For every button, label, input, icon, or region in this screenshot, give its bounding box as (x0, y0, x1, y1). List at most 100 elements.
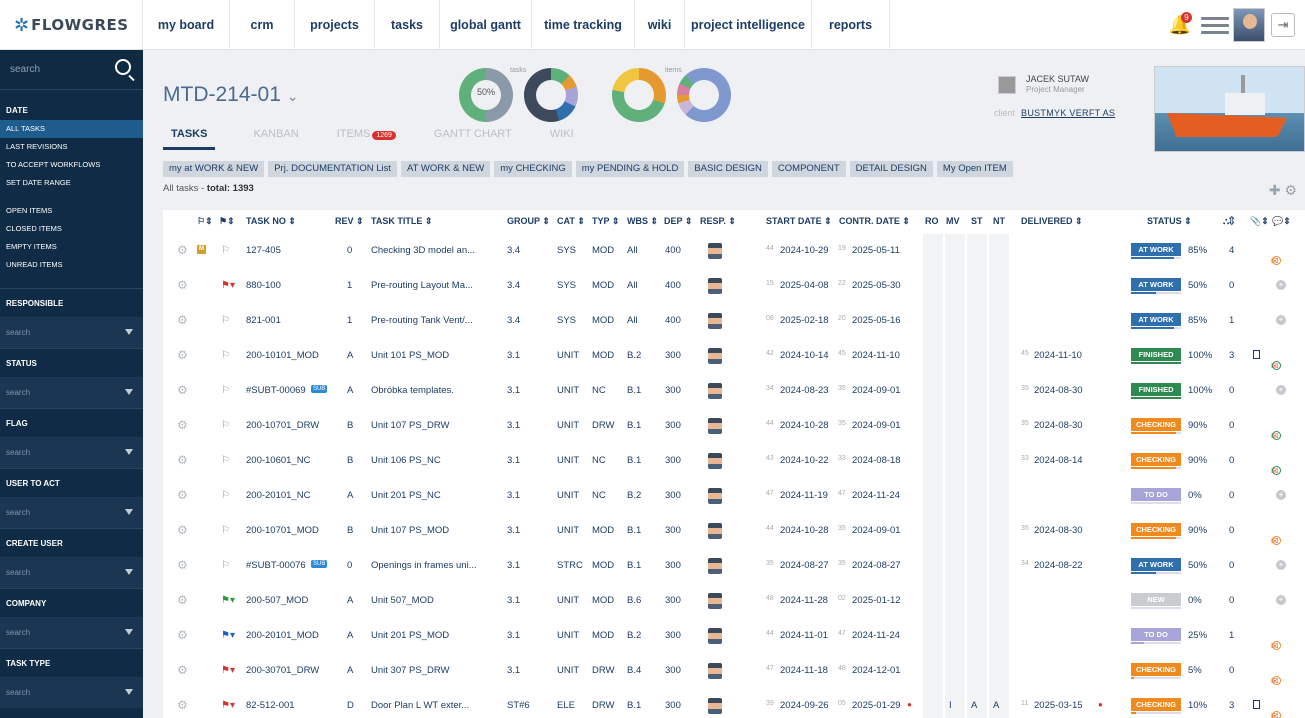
task-title[interactable]: Unit 101 PS_MOD (371, 350, 449, 361)
table-row[interactable]: ⚙ M ⚐ 127-405 0 Checking 3D model an... 3.4 SYS… (163, 234, 1305, 269)
sidebar-item-closed-items[interactable]: CLOSED ITEMS (0, 220, 143, 238)
task-number[interactable]: #SUBT-00076 (246, 560, 306, 571)
responsible-avatar[interactable] (708, 383, 722, 399)
nav-reports[interactable]: reports (812, 0, 890, 50)
filter-select-flag[interactable]: search (0, 437, 143, 468)
chevron-down-icon[interactable] (125, 449, 133, 455)
status-badge[interactable]: AT WORK (1131, 243, 1181, 256)
responsible-avatar[interactable] (708, 663, 722, 679)
chevron-down-icon[interactable] (125, 389, 133, 395)
responsible-avatar[interactable] (708, 488, 722, 504)
tab-gantt-chart[interactable]: GANTT CHART (434, 128, 512, 150)
project-title[interactable]: MTD-214-01 ⌄ (163, 83, 298, 107)
chevron-down-icon[interactable] (125, 509, 133, 515)
filter-chip[interactable]: DETAIL DESIGN (849, 161, 933, 177)
add-comment-icon[interactable]: + (1276, 280, 1286, 290)
flag-icon[interactable]: ⚐ (221, 560, 230, 571)
filter-chip[interactable]: BASIC DESIGN (688, 161, 768, 177)
responsible-avatar[interactable] (708, 698, 722, 714)
attachment-header-icon[interactable]: 📎⇕ (1250, 216, 1269, 227)
manager-avatar[interactable] (998, 76, 1016, 94)
flag-icon[interactable]: ⚐ (221, 245, 230, 256)
task-title[interactable]: Pre-routing Layout Ma... (371, 280, 473, 291)
status-badge[interactable]: CHECKING (1131, 523, 1181, 536)
task-number[interactable]: 200-10701_MOD (246, 525, 319, 536)
items-donut-b[interactable] (677, 68, 731, 122)
flag-icon[interactable]: ⚑▾ (221, 700, 235, 711)
tasks-donut-progress[interactable]: 50% (459, 68, 513, 122)
task-title[interactable]: Unit 507_MOD (371, 595, 434, 606)
status-badge[interactable]: FINISHED (1131, 348, 1181, 361)
responsible-avatar[interactable] (708, 243, 722, 259)
task-title[interactable]: Pre-routing Tank Vent/... (371, 315, 473, 326)
logo[interactable]: ✲ FLOWGRES (0, 0, 143, 50)
responsible-avatar[interactable] (708, 628, 722, 644)
col-task-no[interactable]: TASK NO ⇕ (246, 216, 296, 227)
flag-icon[interactable]: ⚐ (221, 350, 230, 361)
nav-wiki[interactable]: wiki (635, 0, 685, 50)
table-row[interactable]: ⚙ ⚐ 200-10101_MOD A Unit 101 PS_MOD 3.1 UNIT MO… (163, 339, 1305, 374)
table-row[interactable]: ⚙ ⚑▾ 200-507_MOD A Unit 507_MOD 3.1 UNIT MOD B.6… (163, 584, 1305, 619)
status-badge[interactable]: AT WORK (1131, 558, 1181, 571)
nav-tasks[interactable]: tasks (375, 0, 440, 50)
status-badge[interactable]: CHECKING (1131, 663, 1181, 676)
col-delivered[interactable]: DELIVERED ⇕ (1021, 216, 1083, 227)
table-row[interactable]: ⚙ ⚐ #SUBT-00076 SUB 0 Openings in frames uni.… (163, 549, 1305, 584)
col-mv[interactable]: MV (946, 216, 960, 226)
gear-icon[interactable]: ⚙ (177, 698, 188, 712)
status-badge[interactable]: FINISHED (1131, 383, 1181, 396)
status-badge[interactable]: NEW (1131, 593, 1181, 606)
add-comment-icon[interactable]: + (1276, 490, 1286, 500)
col-st[interactable]: ST (971, 216, 983, 226)
add-comment-icon[interactable]: + (1276, 385, 1286, 395)
gear-icon[interactable]: ⚙ (177, 488, 188, 502)
status-badge[interactable]: TO DO (1131, 488, 1181, 501)
table-row[interactable]: ⚙ ⚐ 821-001 1 Pre-routing Tank Vent/... 3.4 SY… (163, 304, 1305, 339)
flag-icon[interactable]: ⚑▾ (221, 665, 235, 676)
nav-projects[interactable]: projects (295, 0, 375, 50)
filter-chip[interactable]: AT WORK & NEW (401, 161, 491, 177)
task-number[interactable]: 200-10601_NC (246, 455, 310, 466)
document-icon[interactable] (1253, 350, 1260, 359)
chevron-down-icon[interactable] (125, 689, 133, 695)
add-comment-icon[interactable]: + (1276, 595, 1286, 605)
task-number[interactable]: 200-10701_DRW (246, 420, 319, 431)
flag-icon[interactable]: ⚐ (221, 315, 230, 326)
gear-icon[interactable]: ⚙ (177, 663, 188, 677)
logout-icon[interactable]: ⇥ (1271, 13, 1295, 37)
flag-icon[interactable]: ⚑▾ (221, 280, 235, 291)
sidebar-item-last-revisions[interactable]: LAST REVISIONS (0, 138, 143, 156)
filter-select-status[interactable]: search (0, 377, 143, 408)
add-comment-icon[interactable]: + (1276, 315, 1286, 325)
table-row[interactable]: ⚙ ⚐ 200-20101_NC A Unit 201 PS_NC 3.1 UNIT NC B.… (163, 479, 1305, 514)
tab-kanban[interactable]: KANBAN (253, 128, 298, 150)
gear-icon[interactable]: ⚙ (177, 593, 188, 607)
task-title[interactable]: Openings in frames uni... (371, 560, 477, 571)
nav-my-board[interactable]: my board (143, 0, 230, 50)
task-title[interactable]: Unit 201 PS_NC (371, 490, 441, 501)
task-title[interactable]: Obróbka templates. (371, 385, 454, 396)
task-number[interactable]: #SUBT-00069 (246, 385, 306, 396)
task-number[interactable]: 200-10101_MOD (246, 350, 319, 361)
user-avatar[interactable] (1233, 8, 1265, 42)
nav-time-tracking[interactable]: time tracking (532, 0, 635, 50)
filter-chip[interactable]: my PENDING & HOLD (575, 161, 685, 177)
items-donut-a[interactable] (612, 68, 666, 122)
flag-header-icon[interactable]: ⚑⇕ (219, 216, 235, 227)
table-row[interactable]: ⚙ ⚑▾ 82-512-001 D Door Plan L WT exter... ST#… (163, 689, 1305, 718)
flag-icon[interactable]: ⚐ (221, 490, 230, 501)
col-nt[interactable]: NT (993, 216, 1005, 226)
table-row[interactable]: ⚙ ⚐ 200-10701_MOD B Unit 107 PS_MOD 3.1 UNIT MO… (163, 514, 1305, 549)
tab-tasks[interactable]: TASKS (163, 128, 216, 150)
gear-icon[interactable]: ⚙ (177, 278, 188, 292)
comments-header-icon[interactable]: 💬⇕ (1272, 216, 1291, 227)
status-badge[interactable]: CHECKING (1131, 418, 1181, 431)
document-icon[interactable] (1253, 700, 1260, 709)
sidebar-item-open-items[interactable]: OPEN ITEMS (0, 202, 143, 220)
col-contr[interactable]: CONTR. DATE ⇕ (839, 216, 910, 227)
gear-icon[interactable]: ⚙ (177, 628, 188, 642)
add-task-icon[interactable]: ✚ (1269, 182, 1281, 198)
task-number[interactable]: 821-001 (246, 315, 281, 326)
client-link[interactable]: BUSTMYK VERFT AS (1021, 108, 1115, 118)
task-title[interactable]: Unit 106 PS_NC (371, 455, 441, 466)
